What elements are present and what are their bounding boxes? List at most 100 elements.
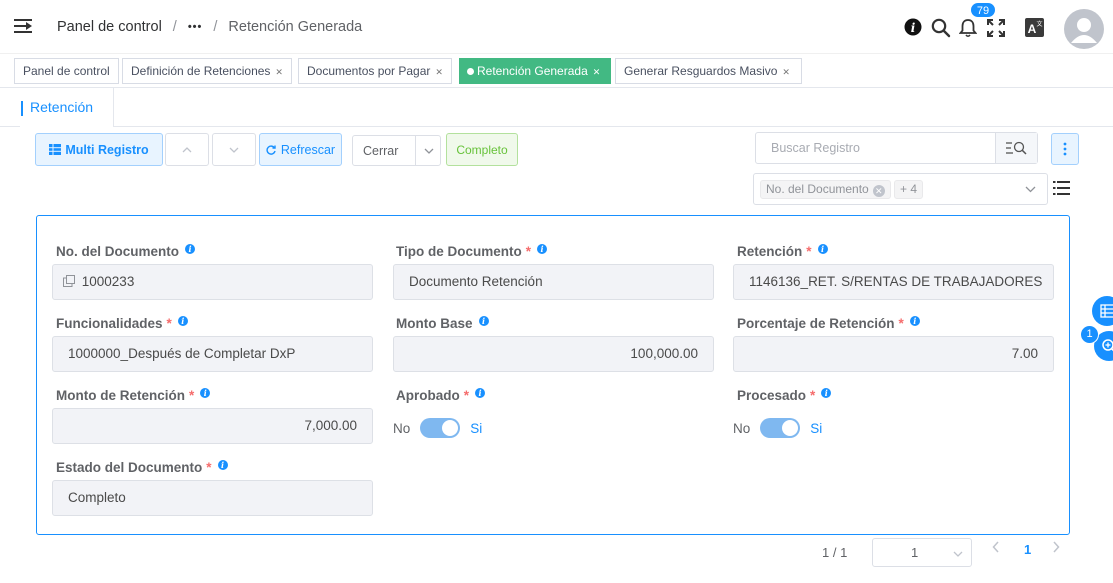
page-select[interactable]: 1 (872, 538, 972, 567)
label-text: Aprobado (396, 388, 460, 403)
tag-label: Definición de Retenciones (131, 64, 271, 78)
record-form-panel: No. del Documento i 1000233 Tipo de Docum… (36, 215, 1070, 535)
notification-badge: 79 (970, 2, 996, 18)
label-text: Retención (737, 244, 803, 259)
label-text: Porcentaje de Retención (737, 316, 895, 331)
info-icon[interactable]: i (217, 460, 228, 470)
document-action-select[interactable]: Cerrar (352, 135, 441, 166)
info-icon[interactable]: i (909, 316, 920, 326)
svg-text:A: A (1028, 22, 1037, 36)
advanced-search-button[interactable] (995, 133, 1037, 163)
required-mark: * (189, 388, 195, 403)
tipo-documento-field[interactable]: Documento Retención (393, 264, 714, 300)
close-icon[interactable]: ✕ (435, 67, 443, 77)
required-mark: * (206, 460, 212, 475)
tag-documentos-por-pagar[interactable]: Documentos por Pagar ✕ (298, 58, 452, 84)
document-status-button[interactable]: Completo (446, 133, 518, 166)
tag-retencion-generada[interactable]: Retención Generada ✕ (459, 58, 611, 84)
more-options-button[interactable] (1051, 133, 1079, 165)
tag-label: Panel de control (23, 64, 110, 78)
chevron-right-icon (1053, 541, 1060, 553)
close-icon[interactable]: ✕ (593, 67, 601, 77)
column-selector[interactable]: No. del Documento ✕ + 4 (753, 173, 1048, 205)
document-action-value: Cerrar (363, 143, 399, 158)
refresh-icon (266, 144, 276, 155)
multi-registro-button[interactable]: Multi Registro (35, 133, 163, 166)
field-label-aprobado: Aprobado * i (396, 388, 486, 403)
estado-documento-field[interactable]: Completo (52, 480, 373, 516)
page-number[interactable]: 1 (1024, 542, 1031, 557)
search-icon[interactable] (931, 18, 951, 38)
monto-base-field[interactable]: 100,000.00 (393, 336, 714, 372)
tab-retencion[interactable]: Retención (20, 88, 114, 127)
label-text: Tipo de Documento (396, 244, 522, 259)
column-chip: No. del Documento ✕ (760, 180, 891, 199)
label-text: Funcionalidades (56, 316, 163, 331)
close-icon[interactable]: ✕ (275, 67, 283, 77)
required-mark: * (806, 244, 812, 259)
porcentaje-retencion-field[interactable]: 7.00 (733, 336, 1054, 372)
aprobado-switch-row: No Si (393, 418, 482, 438)
prev-page-button[interactable] (992, 540, 1000, 556)
tabs-bar: Retención (0, 88, 1113, 127)
info-icon[interactable]: i (817, 244, 828, 254)
list-view-icon[interactable] (1053, 180, 1070, 196)
info-icon[interactable]: i (478, 316, 489, 326)
breadcrumb-item-home[interactable]: Panel de control (57, 19, 162, 35)
svg-text:文: 文 (1036, 20, 1042, 28)
info-icon[interactable]: i (185, 244, 196, 254)
close-icon[interactable]: ✕ (782, 67, 790, 77)
aprobado-switch[interactable] (420, 418, 461, 438)
tag-definicion-retenciones[interactable]: Definición de Retenciones ✕ (122, 58, 292, 84)
refrescar-button[interactable]: Refrescar (259, 133, 342, 166)
previous-record-button[interactable] (165, 133, 209, 166)
breadcrumb-ellipsis[interactable]: ••• (188, 21, 203, 33)
tag-panel-de-control[interactable]: Panel de control (14, 58, 119, 84)
info-icon[interactable]: i (177, 316, 188, 326)
procesado-switch[interactable] (760, 418, 801, 438)
field-label-retencion: Retención * i (737, 244, 828, 259)
field-label-monto-base: Monto Base i (396, 316, 489, 331)
switch-off-label: No (733, 420, 751, 436)
avatar[interactable] (1064, 9, 1104, 49)
svg-text:i: i (911, 21, 916, 35)
next-page-button[interactable] (1052, 540, 1060, 556)
info-icon[interactable]: i (537, 244, 548, 254)
required-mark: * (525, 244, 532, 259)
no-documento-field[interactable]: 1000233 (52, 264, 373, 300)
chevron-left-icon (992, 541, 999, 553)
tag-label: Generar Resguardos Masivo (624, 64, 778, 78)
required-mark: * (463, 388, 470, 403)
column-chip-label: No. del Documento (766, 182, 869, 196)
chevron-down-icon (415, 136, 441, 165)
page-select-value: 1 (911, 545, 919, 560)
retencion-field[interactable]: 1146136_RET. S/RENTAS DE TRABAJADORES (733, 264, 1054, 300)
switch-off-label: No (393, 420, 411, 436)
close-icon[interactable]: ✕ (872, 185, 885, 197)
copy-icon[interactable] (63, 275, 75, 287)
chevron-down-icon (953, 539, 963, 566)
required-mark: * (166, 316, 172, 331)
fullscreen-icon[interactable] (986, 18, 1006, 38)
menu-toggle-icon[interactable] (14, 18, 34, 36)
translate-icon[interactable]: A文 (1025, 18, 1045, 38)
info-icon[interactable]: i (821, 388, 832, 398)
funcionalidades-field[interactable]: 1000000_Después de Completar DxP (52, 336, 373, 372)
field-label-funcionalidades: Funcionalidades * i (56, 316, 188, 331)
refrescar-label: Refrescar (280, 142, 336, 157)
bell-icon[interactable] (958, 18, 979, 38)
tag-generar-resguardos-masivo[interactable]: Generar Resguardos Masivo ✕ (615, 58, 802, 84)
multi-registro-label: Multi Registro (65, 142, 149, 157)
field-label-tipo-documento: Tipo de Documento * i (396, 244, 548, 259)
chevron-down-icon (229, 147, 239, 153)
floating-table-button[interactable] (1092, 296, 1113, 326)
next-record-button[interactable] (212, 133, 256, 166)
label-text: Monto de Retención (56, 388, 185, 403)
search-input[interactable] (756, 133, 996, 163)
info-icon[interactable]: i (200, 388, 211, 398)
monto-retencion-field[interactable]: 7,000.00 (52, 408, 373, 444)
info-icon[interactable]: i (904, 18, 924, 38)
table-icon (1100, 304, 1113, 318)
info-icon[interactable]: i (475, 388, 486, 398)
active-dot-icon (467, 68, 474, 75)
